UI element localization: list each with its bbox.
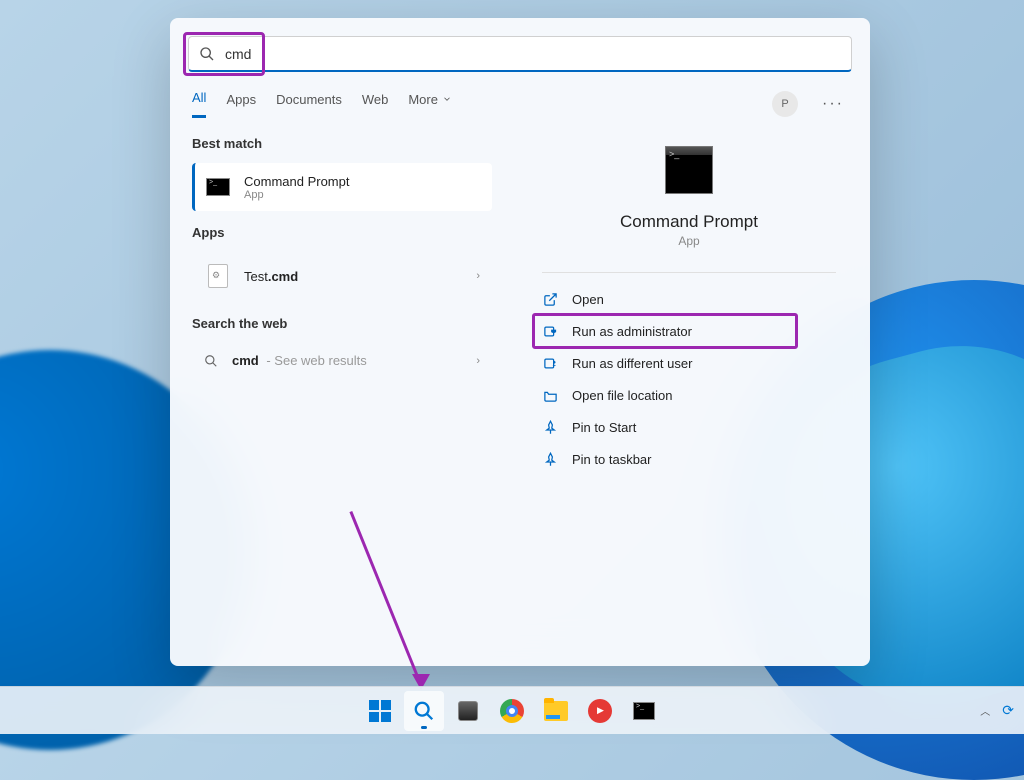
task-view-icon: [458, 701, 478, 721]
task-view-button[interactable]: [448, 691, 488, 731]
search-icon: [199, 46, 215, 62]
action-open[interactable]: Open: [530, 283, 848, 315]
folder-icon: [544, 701, 568, 721]
action-label: Pin to taskbar: [572, 452, 652, 467]
result-web-cmd[interactable]: cmd - See web results ›: [192, 343, 492, 378]
tab-documents[interactable]: Documents: [276, 92, 342, 117]
user-avatar[interactable]: P: [772, 91, 798, 117]
detail-column: Command Prompt App Open Run as administr…: [502, 136, 856, 475]
web-suffix: - See web results: [263, 353, 367, 368]
app-icon: [588, 699, 612, 723]
pin-icon: [542, 419, 558, 435]
windows-logo-icon: [369, 700, 391, 722]
taskbar-search-button[interactable]: [404, 691, 444, 731]
result-subtitle: App: [244, 189, 349, 201]
action-label: Open file location: [572, 388, 672, 403]
taskbar-cmd[interactable]: [624, 691, 664, 731]
chevron-right-icon: ›: [476, 355, 480, 367]
tab-more-label: More: [408, 92, 438, 107]
action-run-admin[interactable]: Run as administrator: [530, 315, 848, 347]
action-pin-taskbar[interactable]: Pin to taskbar: [530, 443, 848, 475]
user-icon: [542, 355, 558, 371]
more-options-button[interactable]: ···: [818, 95, 848, 113]
result-title: Command Prompt: [244, 174, 349, 189]
divider: [542, 272, 836, 273]
cmd-icon: [206, 178, 230, 196]
taskbar: ︿ ⟳: [0, 686, 1024, 734]
search-input[interactable]: [225, 46, 841, 62]
result-command-prompt[interactable]: Command Prompt App: [192, 163, 492, 211]
result-match: .cmd: [268, 269, 298, 284]
tab-more[interactable]: More: [408, 92, 452, 117]
tray-overflow-icon[interactable]: ︿: [980, 703, 990, 718]
chevron-down-icon: [442, 94, 452, 104]
result-prefix: Test: [244, 269, 268, 284]
cmd-icon-large: [665, 146, 713, 194]
pin-icon: [542, 451, 558, 467]
file-icon: [208, 264, 228, 288]
section-best-match: Best match: [192, 136, 492, 151]
action-run-different-user[interactable]: Run as different user: [530, 347, 848, 379]
tab-web[interactable]: Web: [362, 92, 389, 117]
tab-apps[interactable]: Apps: [226, 92, 256, 117]
action-open-file-location[interactable]: Open file location: [530, 379, 848, 411]
chrome-icon: [500, 699, 524, 723]
section-web: Search the web: [192, 316, 492, 331]
tab-all[interactable]: All: [192, 90, 206, 118]
taskbar-chrome[interactable]: [492, 691, 532, 731]
system-tray[interactable]: ︿ ⟳: [980, 702, 1014, 719]
search-icon: [204, 354, 218, 368]
open-icon: [542, 291, 558, 307]
onedrive-icon[interactable]: ⟳: [1002, 702, 1014, 719]
action-label: Pin to Start: [572, 420, 636, 435]
taskbar-app-red[interactable]: [580, 691, 620, 731]
cmd-icon: [633, 702, 655, 720]
chevron-right-icon: ›: [476, 270, 480, 282]
start-button[interactable]: [360, 691, 400, 731]
taskbar-explorer[interactable]: [536, 691, 576, 731]
detail-title: Command Prompt: [522, 212, 856, 232]
action-label: Run as administrator: [572, 324, 692, 339]
detail-subtitle: App: [522, 234, 856, 248]
search-bar[interactable]: [188, 36, 852, 72]
web-term: cmd: [232, 353, 259, 368]
search-icon: [413, 700, 435, 722]
results-column: Best match Command Prompt App Apps Test.…: [192, 136, 492, 475]
section-apps: Apps: [192, 225, 492, 240]
action-label: Run as different user: [572, 356, 692, 371]
start-search-panel: All Apps Documents Web More P ··· Best m…: [170, 18, 870, 666]
action-label: Open: [572, 292, 604, 307]
shield-icon: [542, 323, 558, 339]
result-test-cmd[interactable]: Test.cmd ›: [192, 252, 492, 300]
search-tabs: All Apps Documents Web More P ···: [170, 72, 870, 118]
folder-icon: [542, 387, 558, 403]
action-pin-start[interactable]: Pin to Start: [530, 411, 848, 443]
